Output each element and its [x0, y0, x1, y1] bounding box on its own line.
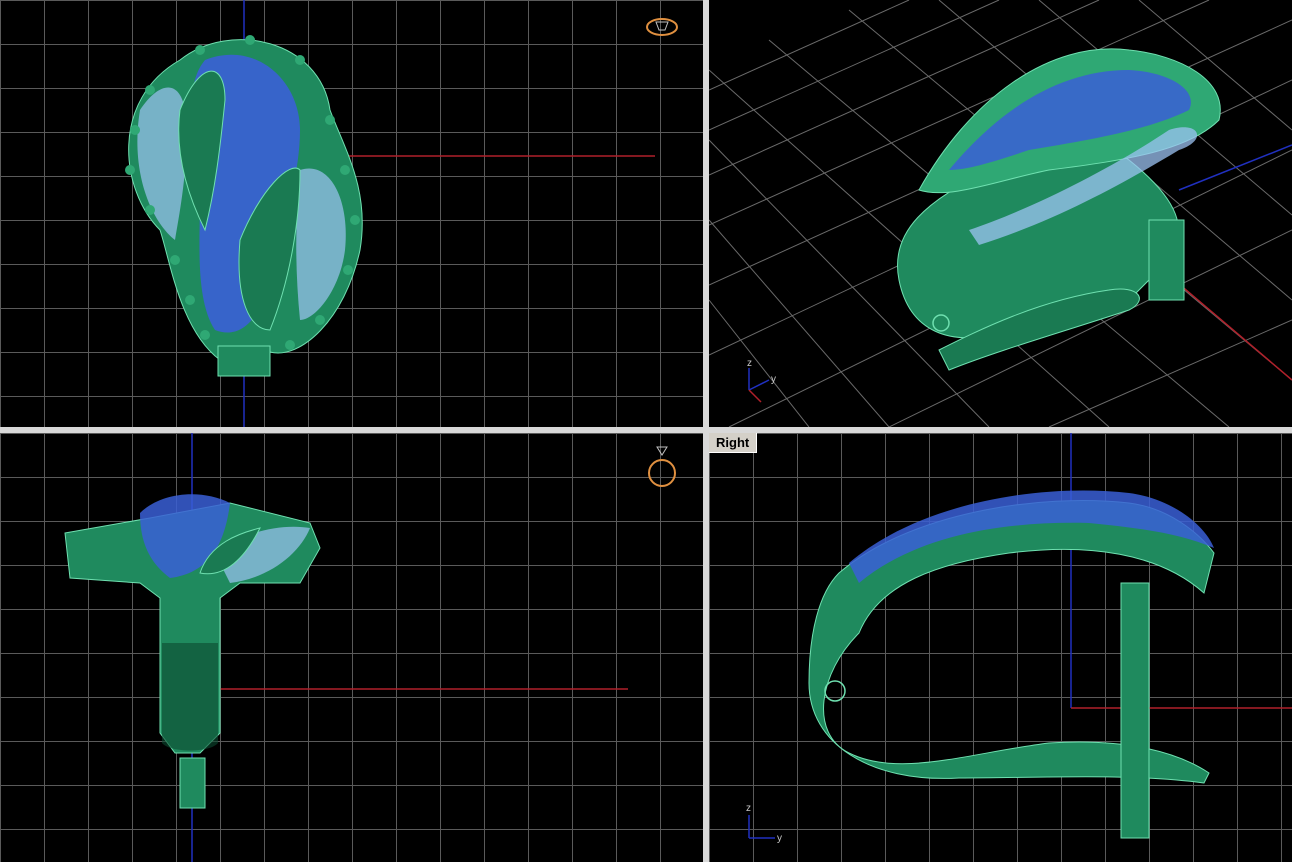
viewport-front[interactable]	[0, 433, 703, 862]
viewport-top[interactable]	[0, 0, 703, 427]
viewport-right[interactable]: z y Right	[709, 433, 1292, 862]
axis-icon-perspective: z y	[747, 358, 776, 403]
axis-y-label: y	[777, 833, 782, 844]
ring-front-icon	[648, 446, 676, 487]
axis-y-label: y	[771, 374, 776, 385]
axis-z-label: z	[746, 803, 751, 814]
viewport-splitter-horizontal[interactable]	[0, 427, 1292, 433]
ring-top-icon	[646, 18, 678, 36]
viewport-label-right[interactable]: Right	[709, 433, 758, 453]
axis-z-label: z	[747, 358, 752, 369]
viewport-perspective[interactable]: z y	[709, 0, 1292, 427]
axis-icon-right: z y	[746, 803, 782, 844]
